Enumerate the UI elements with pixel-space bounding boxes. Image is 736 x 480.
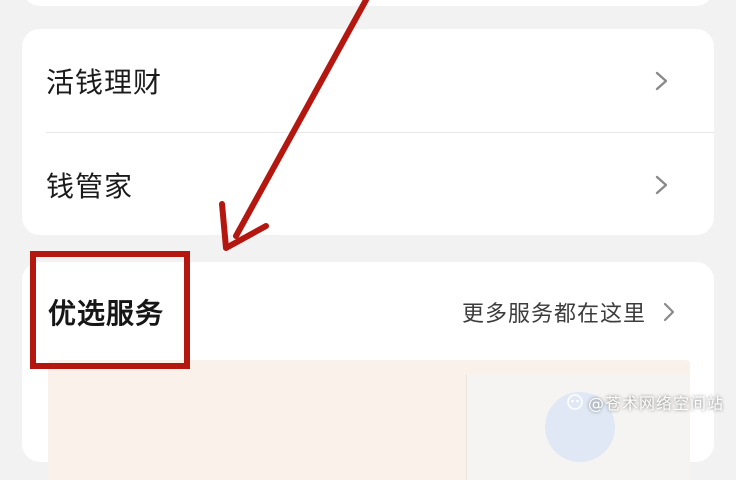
menu-card: 活钱理财 钱管家: [22, 29, 714, 235]
chevron-right-icon: [654, 69, 670, 93]
chevron-right-icon: [662, 301, 676, 323]
watermark: @苍术网络空间站: [566, 390, 724, 414]
more-services-link[interactable]: 更多服务都在这里: [462, 296, 676, 328]
watermark-text: @苍术网络空间站: [587, 394, 724, 413]
annotation-highlight-box: [30, 251, 190, 369]
watermark-icon: [567, 394, 583, 410]
list-item-label: 活钱理财: [46, 65, 163, 99]
more-services-label: 更多服务都在这里: [461, 302, 646, 327]
list-item-qian-guanjia[interactable]: 钱管家: [22, 133, 714, 236]
list-item-label: 钱管家: [46, 169, 134, 203]
chevron-right-icon: [654, 173, 670, 197]
top-card: [22, 0, 714, 6]
list-item-huoqian-licai[interactable]: 活钱理财: [22, 29, 714, 132]
promo-banner[interactable]: [48, 360, 690, 480]
